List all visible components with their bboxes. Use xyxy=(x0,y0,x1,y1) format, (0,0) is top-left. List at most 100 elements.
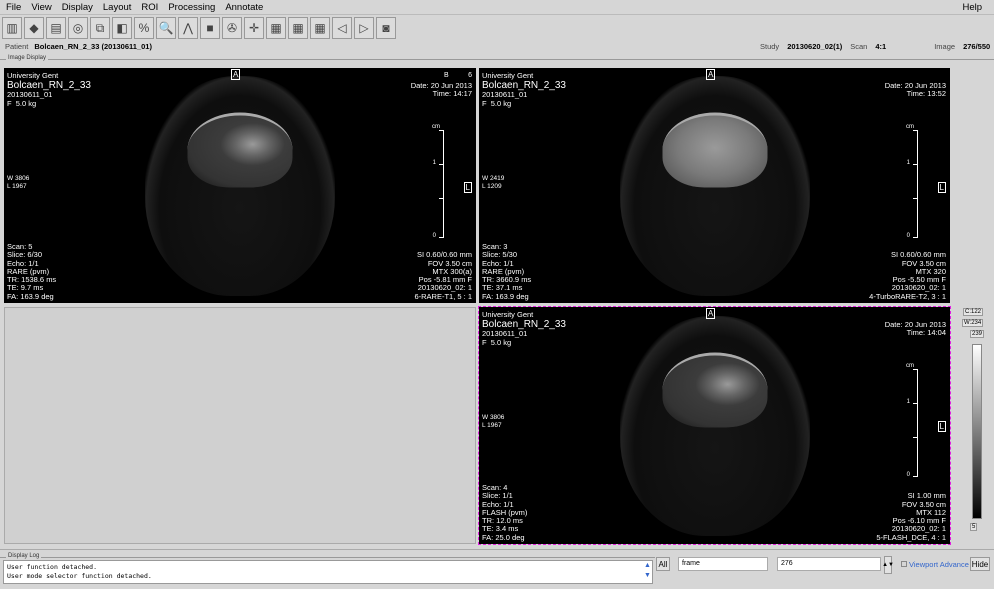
colorbar-min[interactable]: 5 xyxy=(970,523,978,531)
horizontal-scrollbar[interactable] xyxy=(0,549,994,550)
viewport-advance-label: Viewport Advance xyxy=(909,560,969,569)
layout-grid-icon: ▦ xyxy=(314,21,326,35)
menu-layout[interactable]: Layout xyxy=(103,2,132,13)
mri-head-image xyxy=(619,75,810,296)
percent-icon: % xyxy=(138,21,150,35)
disc-button[interactable]: ◎ xyxy=(68,17,88,39)
scale-tick-1: 1 xyxy=(906,399,910,405)
log-line: User function detached. xyxy=(7,563,98,571)
patient-id: 20130611_01 F 5.0 kg xyxy=(482,90,528,108)
all-button[interactable]: All xyxy=(656,557,670,571)
scan-label: Scan xyxy=(850,42,868,51)
crosshair-button[interactable]: ✛ xyxy=(244,17,264,39)
menu-view[interactable]: View xyxy=(31,2,51,13)
zoom-icon: 🔍 xyxy=(158,21,174,35)
study-label: Study xyxy=(760,42,780,51)
orientation-top: A xyxy=(706,69,716,80)
overlay-date-time: Date: 20 Jun 2013 Time: 14:17 xyxy=(410,81,472,99)
crosshair-icon: ✛ xyxy=(248,21,260,35)
patient-value: Bolcaen_RN_2_33 (20130611_01) xyxy=(34,42,152,51)
overlay-extra: B 6 xyxy=(443,72,472,79)
colorbar-max[interactable]: 239 xyxy=(970,330,985,338)
log-scrollbar[interactable]: ▲ ▼ xyxy=(643,561,652,583)
colormap-button[interactable]: ▦ xyxy=(266,17,286,39)
study-info: Study 20130620_02(1) Scan 4:1 Image 276/550 xyxy=(760,42,990,51)
image-label: Image xyxy=(934,42,956,51)
scan-value: 4:1 xyxy=(875,42,887,51)
overlay-top-left: University Gent Bolcaen_RN_2_33 20130611_0… xyxy=(7,71,91,108)
hierarchy-button[interactable]: ⧉ xyxy=(90,17,110,39)
colormap-icon: ▦ xyxy=(270,21,282,35)
display-log-section: Display Log xyxy=(0,553,655,559)
camera-tripod-icon: ✇ xyxy=(226,21,238,35)
overlay-geometry-info: SI 1.00 mm FOV 3.50 cm MTX 112 Pos -6.10… xyxy=(876,491,946,542)
section-label: Image Display xyxy=(6,55,49,61)
colorbar-width[interactable]: W:234 xyxy=(962,319,984,327)
overlay-geometry-info: SI 0.60/0.60 mm FOV 3.50 cm MTX 320 Pos … xyxy=(869,250,946,301)
institution: University Gent xyxy=(482,71,534,80)
colorbar: C:122 W:234 239 5 xyxy=(960,308,988,533)
log-line: User mode selector function detached. xyxy=(7,571,152,580)
next-frame-icon: ▷ xyxy=(359,21,369,35)
orientation-top: A xyxy=(706,308,716,319)
scale-tick-0: 0 xyxy=(432,233,436,239)
scale-tick-0: 0 xyxy=(906,233,910,239)
orientation-side: L xyxy=(937,421,946,432)
menu-help[interactable]: Help xyxy=(962,2,982,13)
viewport-1[interactable]: University Gent Bolcaen_RN_2_33 20130611_0… xyxy=(4,68,476,303)
menu-display[interactable]: Display xyxy=(62,2,93,13)
colorbar-center[interactable]: C:122 xyxy=(963,308,984,316)
orientation-side: L xyxy=(937,182,946,193)
mri-head-image xyxy=(145,75,335,296)
institution: University Gent xyxy=(7,71,59,80)
percent-button[interactable]: % xyxy=(134,17,154,39)
frame-value-input[interactable]: 276 xyxy=(777,557,881,571)
menu-file[interactable]: File xyxy=(6,2,21,13)
overlay-scan-info: Scan: 3 Slice: 5/30 Echo: 1/1 RARE (pvm)… xyxy=(482,241,532,301)
scale-bar: cm 1 0 xyxy=(904,363,918,478)
overlay-date-time: Date: 20 Jun 2013 Time: 13:52 xyxy=(884,81,946,99)
library-button[interactable]: ▥ xyxy=(2,17,22,39)
caliper-button[interactable]: ⋀ xyxy=(178,17,198,39)
mri-brain xyxy=(662,112,767,188)
frame-select[interactable]: frame xyxy=(678,557,768,571)
layout-2x2-button[interactable]: ▦ xyxy=(288,17,308,39)
orientation-top: A xyxy=(231,69,241,80)
window-level: W 2419 L 1209 xyxy=(482,175,505,190)
zoom-button[interactable]: 🔍 xyxy=(156,17,176,39)
overlay-geometry-info: SI 0.60/0.60 mm FOV 3.50 cm MTX 300(a) P… xyxy=(414,250,472,301)
cube-icon: ■ xyxy=(206,21,214,35)
viewport-advance-checkbox[interactable] xyxy=(901,561,907,567)
menu-roi[interactable]: ROI xyxy=(141,2,158,13)
camera-tripod-button[interactable]: ✇ xyxy=(222,17,242,39)
window-level: W 3806 L 1967 xyxy=(7,175,30,190)
overlay-scan-info: Scan: 5 Slice: 6/30 Echo: 1/1 RARE (pvm)… xyxy=(7,241,57,301)
toolbar: ▥ ◆ ▤ ◎ ⧉ ◧% 🔍 ⋀ ■ ✇ ✛ ▦ ▦ ▦ ◁ ▷ ◙ xyxy=(2,17,396,41)
hide-button[interactable]: Hide xyxy=(970,557,990,571)
colorbar-gradient[interactable] xyxy=(972,344,982,519)
frame-stepper[interactable]: ▲▼ xyxy=(882,556,894,574)
contrast-button[interactable]: ◧ xyxy=(112,17,132,39)
prev-frame-button[interactable]: ◁ xyxy=(332,17,352,39)
viewport-3[interactable]: University Gent Bolcaen_RN_2_33 20130611_0… xyxy=(478,306,951,545)
atlas-button[interactable]: ▤ xyxy=(46,17,66,39)
overlay-date-time: Date: 20 Jun 2013 Time: 14:04 xyxy=(884,320,946,338)
caliper-icon: ⋀ xyxy=(183,21,193,35)
display-log[interactable]: User function detached. User mode select… xyxy=(3,560,653,584)
overlay-top-left: University Gent Bolcaen_RN_2_33 20130611_0… xyxy=(482,310,566,347)
book-button[interactable]: ◆ xyxy=(24,17,44,39)
layout-grid-button[interactable]: ▦ xyxy=(310,17,330,39)
snapshot-button[interactable]: ◙ xyxy=(376,17,396,39)
viewport-empty[interactable] xyxy=(4,307,476,544)
layout-2x2-icon: ▦ xyxy=(292,21,304,35)
library-icon: ▥ xyxy=(6,21,18,35)
menu-processing[interactable]: Processing xyxy=(168,2,215,13)
next-frame-button[interactable]: ▷ xyxy=(354,17,374,39)
scale-tick-1: 1 xyxy=(906,160,910,166)
cube-button[interactable]: ■ xyxy=(200,17,220,39)
snapshot-icon: ◙ xyxy=(382,21,390,35)
scale-tick-0: 0 xyxy=(906,472,910,478)
menu-annotate[interactable]: Annotate xyxy=(225,2,263,13)
prev-frame-icon: ◁ xyxy=(337,21,347,35)
viewport-2[interactable]: University Gent Bolcaen_RN_2_33 20130611_0… xyxy=(479,68,950,303)
